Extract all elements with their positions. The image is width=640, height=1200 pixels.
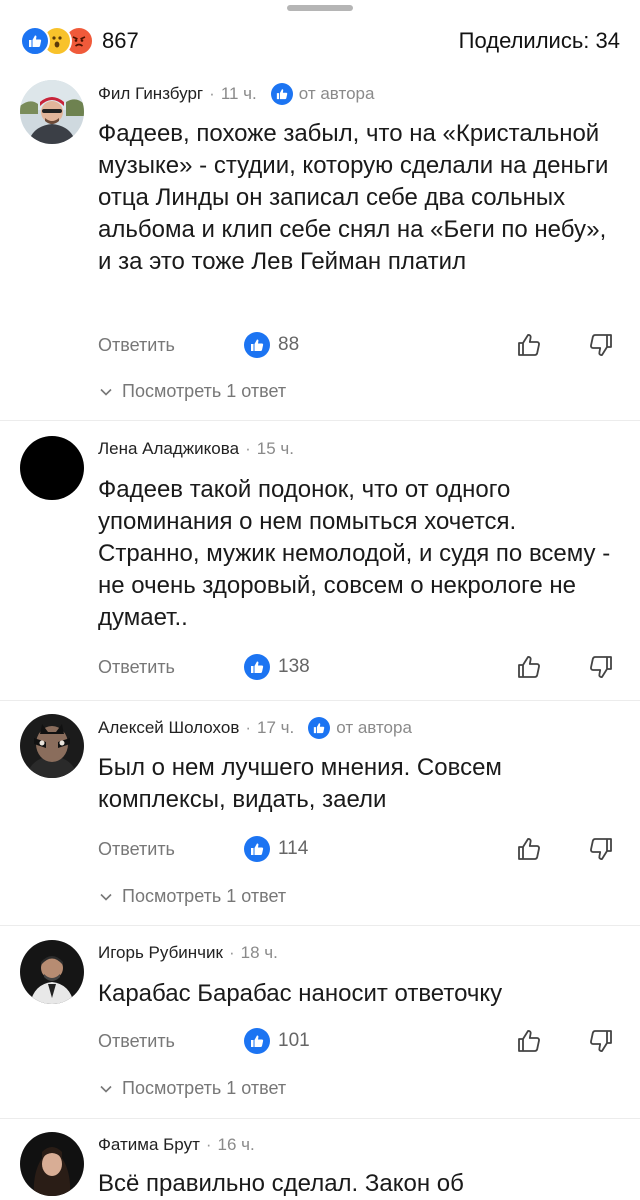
divider: [0, 700, 640, 701]
comment-text: Фадеев, похоже забыл, что на «Кристально…: [98, 120, 609, 275]
reply-button[interactable]: Ответить: [98, 335, 244, 356]
reply-button[interactable]: Ответить: [98, 839, 244, 860]
reply-button[interactable]: Ответить: [98, 1031, 244, 1052]
meta-separator: ·: [245, 718, 252, 737]
author-name[interactable]: Фатима Брут: [98, 1135, 200, 1155]
by-author-label: от автора: [336, 718, 412, 737]
reactions-bar: 867 Поделились: 34: [20, 24, 620, 58]
like-count: 88: [278, 334, 300, 355]
like-icon: [244, 654, 270, 680]
reaction-count: 867: [102, 28, 139, 53]
comment-meta: Алексей Шолохов · 17 ч. от автора: [98, 717, 412, 739]
divider: [0, 420, 640, 421]
thumbs-up-icon[interactable]: [514, 834, 544, 864]
vote-buttons: [472, 1026, 616, 1056]
comment-actions: Ответить 101: [98, 1026, 616, 1056]
thumbs-down-icon[interactable]: [586, 652, 616, 682]
like-reaction-icon: [20, 26, 50, 56]
comment-meta: Лена Аладжикова · 15 ч.: [98, 439, 294, 459]
author-name[interactable]: Игорь Рубинчик: [98, 943, 223, 963]
avatar[interactable]: [20, 80, 84, 144]
meta-separator: ·: [245, 439, 251, 458]
thumbs-up-icon[interactable]: [514, 652, 544, 682]
divider: [0, 1118, 640, 1119]
like-icon: [244, 836, 270, 862]
likes-summary[interactable]: 138: [244, 654, 310, 680]
comment-time: 18 ч.: [240, 943, 278, 962]
like-icon: [244, 1028, 270, 1054]
meta-separator: ·: [205, 1135, 212, 1154]
vote-buttons: [472, 330, 616, 360]
divider: [0, 925, 640, 926]
like-count: 138: [278, 656, 310, 677]
sheet-drag-handle[interactable]: [287, 5, 353, 11]
like-icon: [244, 332, 270, 358]
vote-buttons: [472, 652, 616, 682]
comment-time: 15 ч.: [256, 439, 294, 458]
shares-count[interactable]: Поделились: 34: [459, 28, 620, 54]
like-count: 101: [278, 1030, 310, 1051]
reply-button[interactable]: Ответить: [98, 657, 244, 678]
avatar[interactable]: [20, 436, 84, 500]
comment-meta: Фил Гинзбург · 11 ч. от автора: [98, 83, 374, 105]
author-verified-icon: [308, 717, 331, 739]
reactions-summary[interactable]: 867: [20, 26, 139, 56]
avatar[interactable]: [20, 714, 84, 778]
comment-time: 17 ч.: [257, 718, 295, 737]
view-replies-button[interactable]: Посмотреть 1 ответ: [98, 886, 286, 907]
avatar[interactable]: [20, 940, 84, 1004]
comment-actions: Ответить 88: [98, 330, 616, 360]
thumbs-up-icon[interactable]: [514, 330, 544, 360]
chevron-down-icon: [100, 388, 112, 396]
thumbs-up-icon[interactable]: [514, 1026, 544, 1056]
author-name[interactable]: Алексей Шолохов: [98, 718, 239, 738]
comment-text: Карабас Барабас наносит ответочку: [98, 980, 503, 1007]
comment-actions: Ответить 138: [98, 652, 616, 682]
meta-separator: ·: [228, 943, 235, 962]
comment-time: 16 ч.: [217, 1135, 255, 1154]
thumbs-down-icon[interactable]: [586, 330, 616, 360]
comment-time: 11 ч.: [220, 84, 257, 103]
comment-meta: Фатима Брут · 16 ч.: [98, 1135, 255, 1155]
chevron-down-icon: [100, 1085, 112, 1093]
view-replies-button[interactable]: Посмотреть 1 ответ: [98, 381, 286, 402]
comment-text: Фадеев такой подонок, что от одного упом…: [98, 476, 611, 631]
avatar[interactable]: [20, 1132, 84, 1196]
comment-actions: Ответить 114: [98, 834, 616, 864]
likes-summary[interactable]: 101: [244, 1028, 310, 1054]
author-name[interactable]: Фил Гинзбург: [98, 84, 203, 104]
thumbs-down-icon[interactable]: [586, 834, 616, 864]
by-author-label: от автора: [298, 84, 375, 103]
author-name[interactable]: Лена Аладжикова: [98, 439, 239, 459]
chevron-down-icon: [100, 893, 112, 901]
view-replies-label: Посмотреть 1 ответ: [122, 1078, 287, 1098]
comment-text: Всё правильно сделал. Закон об: [98, 1170, 464, 1197]
comment-text: Был о нем лучшего мнения. Совсем комплек…: [98, 754, 502, 813]
like-count: 114: [278, 838, 309, 859]
likes-summary[interactable]: 88: [244, 332, 299, 358]
meta-separator: ·: [209, 84, 215, 103]
view-replies-label: Посмотреть 1 ответ: [122, 381, 287, 401]
view-replies-button[interactable]: Посмотреть 1 ответ: [98, 1078, 286, 1099]
comment-meta: Игорь Рубинчик · 18 ч.: [98, 943, 278, 963]
vote-buttons: [472, 834, 616, 864]
likes-summary[interactable]: 114: [244, 836, 308, 862]
view-replies-label: Посмотреть 1 ответ: [122, 886, 287, 906]
author-verified-icon: [270, 83, 293, 105]
thumbs-down-icon[interactable]: [586, 1026, 616, 1056]
